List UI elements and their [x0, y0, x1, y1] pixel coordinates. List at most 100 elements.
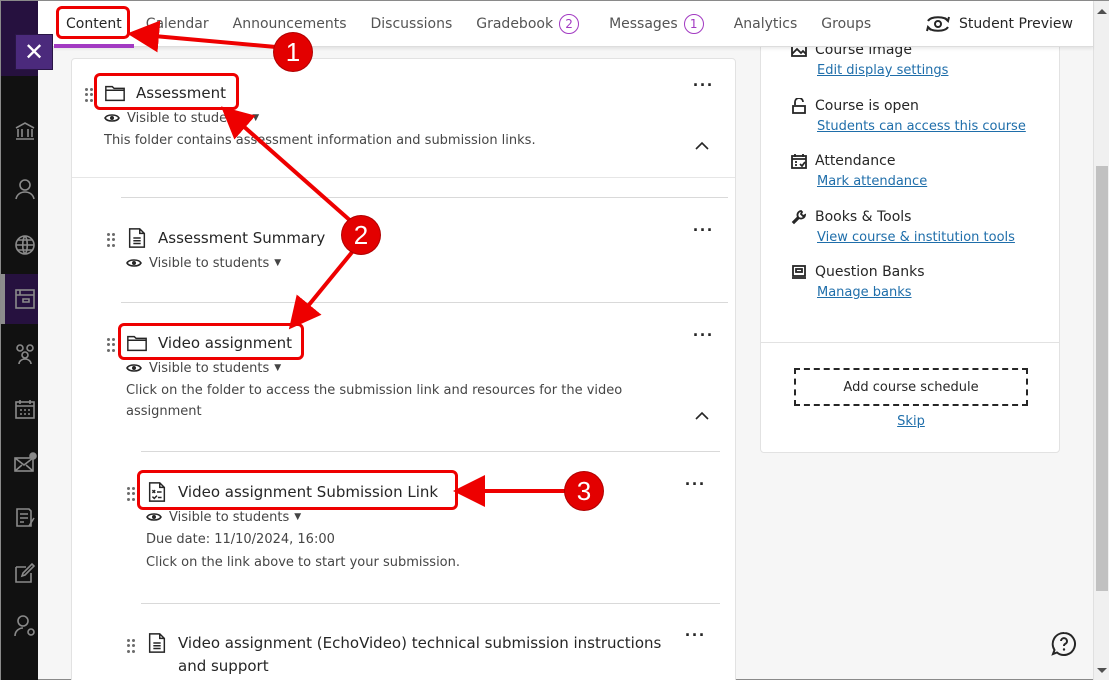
callout-1: 1 [274, 33, 312, 71]
scroll-up-arrow-icon[interactable] [1097, 9, 1107, 14]
document-instructions: Video assignment (EchoVideo) technical s… [146, 632, 676, 678]
skip-link[interactable]: Skip [761, 414, 1061, 429]
page-scrollbar[interactable] [1093, 1, 1109, 680]
folder-assessment: Assessment Visible to students ▼ This fol… [104, 82, 536, 151]
folder-title[interactable]: Video assignment [158, 334, 292, 352]
document-title[interactable]: Assessment Summary [158, 229, 325, 247]
drag-handle[interactable] [107, 338, 115, 352]
visibility-label: Visible to students [127, 110, 248, 126]
rail-messages[interactable] [1, 438, 38, 488]
rail-profile[interactable] [1, 164, 38, 214]
more-options-button[interactable]: ··· [685, 475, 706, 493]
visibility-dropdown[interactable]: Visible to students ▼ [104, 110, 536, 126]
tab-label: Messages [609, 15, 678, 32]
eye-icon [126, 259, 142, 267]
visibility-dropdown[interactable]: Visible to students ▼ [126, 360, 686, 376]
student-preview-button[interactable]: Student Preview [925, 1, 1073, 47]
tab-label: Gradebook [476, 15, 554, 32]
tab-messages[interactable]: Messages 1 [597, 1, 716, 47]
grades-icon [16, 508, 35, 527]
left-navigation-rail [1, 1, 38, 680]
help-chat-icon[interactable] [1051, 631, 1077, 657]
rail-grades[interactable] [1, 493, 38, 543]
divider [72, 177, 735, 178]
mark-attendance-link[interactable]: Mark attendance [817, 174, 927, 189]
callout-3: 3 [565, 472, 603, 510]
view-tools-link[interactable]: View course & institution tools [817, 230, 1015, 245]
details-item-books-tools: Books & Tools View course & institution … [791, 209, 1015, 245]
document-icon [128, 228, 146, 248]
gradebook-count-badge: 2 [559, 13, 580, 34]
details-item-course-open: Course is open Students can access this … [791, 98, 1026, 134]
drag-handle[interactable] [127, 639, 135, 653]
tab-content[interactable]: Content [54, 1, 134, 48]
rail-tools[interactable] [1, 601, 38, 651]
visibility-dropdown[interactable]: Visible to students ▼ [146, 509, 460, 525]
edit-icon [15, 562, 36, 583]
close-course-button[interactable]: ✕ [15, 34, 53, 70]
due-date: Due date: 11/10/2024, 16:00 [146, 532, 335, 547]
more-options-button[interactable]: ··· [693, 221, 714, 239]
divider [141, 603, 720, 604]
tab-label: Calendar [145, 15, 209, 32]
course-access-link[interactable]: Students can access this course [817, 119, 1026, 134]
callout-2: 2 [342, 216, 380, 254]
tab-label: Analytics [733, 15, 798, 32]
student-preview-label: Student Preview [958, 16, 1073, 32]
collapse-chevron-icon[interactable] [694, 408, 710, 424]
rail-courses[interactable] [1, 274, 38, 324]
rail-activity[interactable] [1, 220, 38, 270]
groups-icon [16, 344, 34, 365]
more-options-button[interactable]: ··· [693, 326, 714, 344]
document-assessment-summary: Assessment Summary Visible to students ▼ [126, 227, 325, 271]
unlock-icon [792, 98, 806, 114]
more-options-button[interactable]: ··· [685, 626, 706, 644]
details-item-attendance: Attendance Mark attendance [791, 153, 927, 189]
divider [141, 451, 720, 452]
visibility-label: Visible to students [149, 255, 270, 271]
tab-calendar[interactable]: Calendar [134, 1, 221, 47]
drag-handle[interactable] [127, 487, 135, 501]
tab-label: Discussions [370, 15, 453, 32]
assignment-submission-link: Video assignment Submission Link Visible… [146, 481, 460, 573]
details-item-course-image: Course image Edit display settings [791, 42, 948, 78]
student-preview-icon [925, 16, 950, 32]
institution-icon [15, 122, 35, 140]
scroll-down-arrow-icon[interactable] [1097, 668, 1107, 673]
visibility-label: Visible to students [169, 509, 290, 525]
add-course-schedule-button[interactable]: Add course schedule [794, 368, 1028, 406]
rail-institution[interactable] [1, 106, 38, 156]
divider [121, 197, 728, 198]
caret-down-icon: ▼ [274, 258, 282, 268]
tab-discussions[interactable]: Discussions [359, 1, 465, 47]
divider [761, 342, 1059, 343]
caret-down-icon: ▼ [294, 512, 302, 522]
calendar-icon [15, 400, 35, 419]
details-heading: Course is open [815, 98, 919, 114]
manage-banks-link[interactable]: Manage banks [817, 285, 925, 300]
tab-analytics[interactable]: Analytics [722, 1, 810, 47]
folder-title[interactable]: Assessment [136, 84, 226, 102]
collapse-chevron-icon[interactable] [694, 138, 710, 154]
edit-display-settings-link[interactable]: Edit display settings [817, 63, 948, 78]
eye-icon [146, 513, 162, 521]
folder-icon [105, 85, 125, 102]
more-options-button[interactable]: ··· [693, 76, 714, 94]
rail-assessments[interactable] [1, 548, 38, 598]
document-title[interactable]: Video assignment (EchoVideo) technical s… [178, 632, 676, 678]
courses-icon [15, 289, 35, 309]
drag-handle[interactable] [85, 88, 93, 102]
assignment-title[interactable]: Video assignment Submission Link [178, 483, 438, 501]
drag-handle[interactable] [107, 233, 115, 247]
tab-groups[interactable]: Groups [809, 1, 883, 47]
close-icon: ✕ [23, 38, 45, 66]
rail-calendar[interactable] [1, 384, 38, 434]
tab-gradebook[interactable]: Gradebook 2 [464, 1, 591, 47]
wrench-icon [791, 210, 807, 225]
scroll-thumb[interactable] [1096, 166, 1108, 591]
caret-down-icon: ▼ [274, 363, 282, 373]
messages-count-badge: 1 [683, 13, 704, 34]
question-bank-icon [792, 265, 806, 279]
rail-organizations[interactable] [1, 329, 38, 379]
visibility-dropdown[interactable]: Visible to students ▼ [126, 255, 325, 271]
